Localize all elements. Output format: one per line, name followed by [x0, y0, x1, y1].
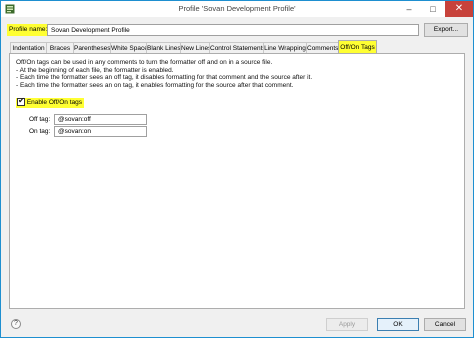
- off-on-tags-panel: Off/On tags can be used in any comments …: [9, 53, 465, 309]
- profile-name-label: Profile name:: [7, 24, 50, 36]
- enable-off-on-tags-checkbox[interactable]: ✔: [17, 95, 25, 106]
- ok-button[interactable]: OK: [377, 318, 419, 331]
- description-text: Off/On tags can be used in any comments …: [16, 59, 312, 89]
- profile-dialog: Profile 'Sovan Development Profile' – □ …: [0, 0, 474, 338]
- off-tag-input[interactable]: [54, 114, 147, 125]
- cancel-button[interactable]: Cancel: [424, 318, 466, 331]
- description-line: - At the beginning of each file, the for…: [16, 66, 174, 74]
- profile-name-row: Profile name: Export...: [7, 23, 469, 37]
- enable-off-on-tags-option[interactable]: ✔ Enable Off/On tags: [16, 95, 84, 108]
- description-line: - Each time the formatter sees an on tag…: [16, 81, 294, 89]
- description-line: - Each time the formatter sees an off ta…: [16, 74, 313, 82]
- apply-button[interactable]: Apply: [326, 318, 368, 331]
- enable-off-on-tags-label: Enable Off/On tags: [26, 99, 82, 106]
- on-tag-label: On tag:: [29, 128, 51, 135]
- off-tag-label: Off tag:: [29, 116, 51, 123]
- on-tag-input[interactable]: [54, 126, 147, 137]
- minimize-button[interactable]: –: [397, 1, 421, 17]
- help-icon[interactable]: ?: [11, 319, 21, 329]
- export-button[interactable]: Export...: [424, 23, 468, 37]
- close-button[interactable]: ✕: [445, 1, 473, 17]
- profile-name-input[interactable]: [47, 24, 419, 36]
- description-line: Off/On tags can be used in any comments …: [16, 59, 273, 66]
- checkmark-icon: ✔: [18, 95, 25, 105]
- title-bar: Profile 'Sovan Development Profile' – □ …: [1, 1, 473, 17]
- maximize-button[interactable]: □: [421, 1, 445, 17]
